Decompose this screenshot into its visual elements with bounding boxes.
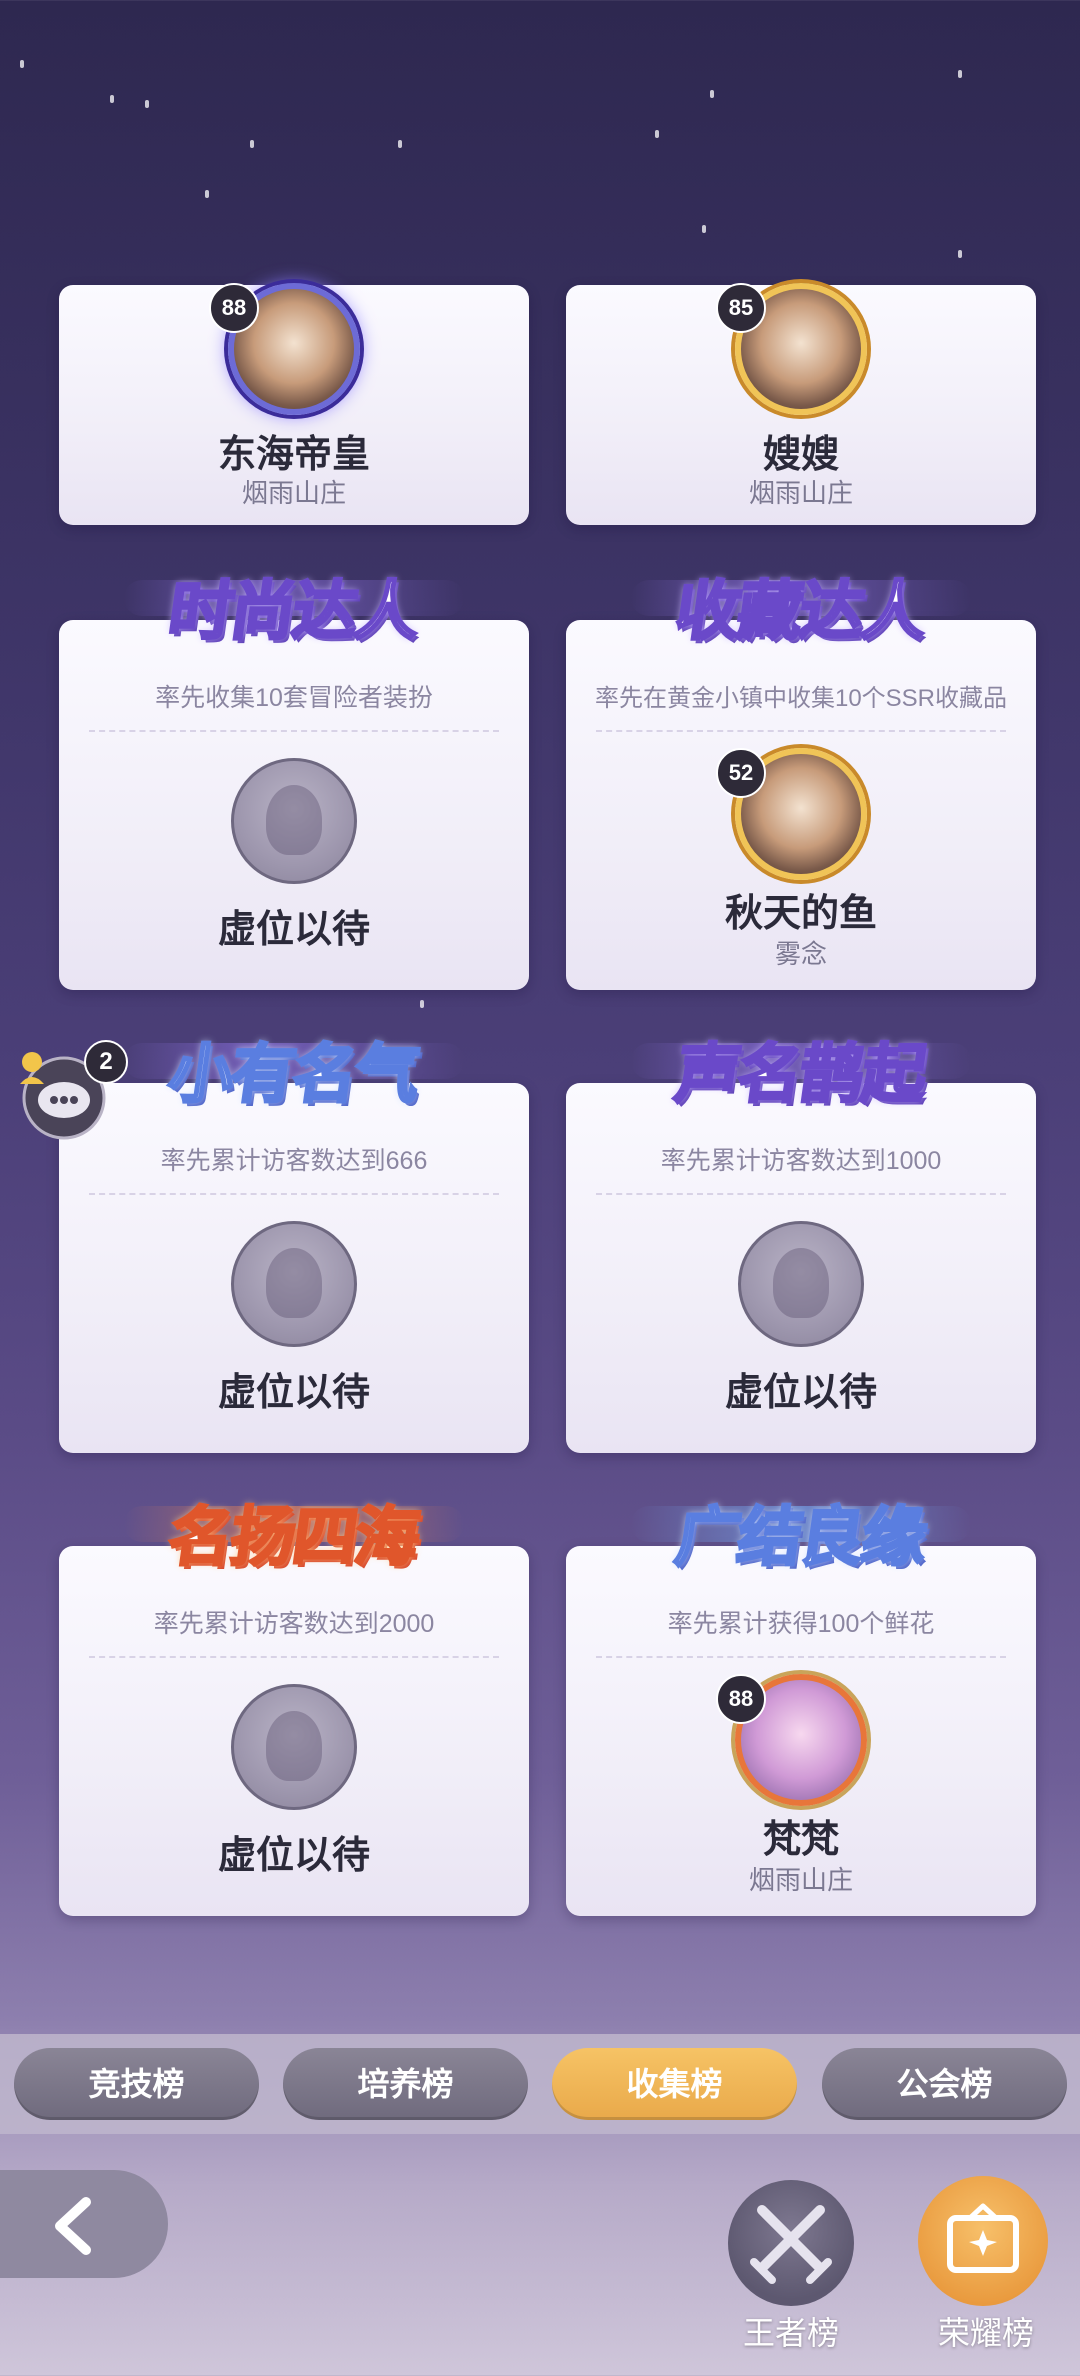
achievement-title: 小有名气 (162, 1037, 423, 1114)
rank-card-top-right[interactable]: 85 嫂嫂 烟雨山庄 (566, 283, 1036, 525)
divider (596, 1656, 1006, 1658)
achievement-desc: 率先收集10套冒险者装扮 (155, 684, 433, 712)
achievement-title: 声名鹊起 (669, 1037, 930, 1114)
guild-name: 雾念 (774, 939, 827, 969)
tab-arena[interactable]: 竞技榜 (14, 2048, 259, 2120)
player-name: 嫂嫂 (762, 434, 839, 476)
achievement-desc: 率先累计访客数达到2000 (153, 1610, 435, 1638)
vacant-label: 虚位以待 (217, 909, 370, 951)
tab-guild[interactable]: 公会榜 (822, 2048, 1067, 2120)
achievement-title: 收藏达人 (669, 574, 930, 651)
back-button[interactable] (0, 2170, 168, 2278)
achievement-card-flowers[interactable]: 广结良缘 率先累计获得100个鲜花 88 梵梵 烟雨山庄 (566, 1500, 1036, 1916)
king-leaderboard-label: 王者榜 (742, 2315, 839, 2351)
chat-count-badge: 2 (84, 1040, 128, 1084)
player-name: 秋天的鱼 (724, 893, 877, 935)
achievement-card-collector[interactable]: 收藏达人 率先在黄金小镇中收集10个SSR收藏品 52 秋天的鱼 雾念 (566, 574, 1036, 990)
divider (596, 730, 1006, 732)
achievement-title: 时尚达人 (162, 574, 423, 651)
tab-collection[interactable]: 收集榜 (552, 2048, 797, 2120)
level-badge: 88 (209, 283, 259, 333)
level-badge: 88 (716, 1674, 766, 1724)
placeholder-avatar (231, 758, 357, 884)
achievement-title: 广结良缘 (669, 1500, 930, 1577)
achievement-card-fame-666[interactable]: 小有名气 率先累计访客数达到666 虚位以待 (59, 1037, 529, 1453)
level-badge: 52 (716, 748, 766, 798)
player-name: 东海帝皇 (217, 434, 370, 476)
guild-name: 烟雨山庄 (748, 478, 853, 508)
achievement-desc: 率先累计访客数达到1000 (660, 1147, 942, 1175)
player-name: 梵梵 (762, 1819, 839, 1861)
divider (596, 1193, 1006, 1195)
glory-leaderboard-label: 荣耀榜 (937, 2315, 1034, 2351)
level-badge: 85 (716, 283, 766, 333)
placeholder-avatar (738, 1221, 864, 1347)
tab-cultivation[interactable]: 培养榜 (283, 2048, 528, 2120)
king-leaderboard-button[interactable] (728, 2180, 854, 2306)
crossed-swords-icon (750, 2205, 832, 2284)
leaderboard-tabbar: 竞技榜 培养榜 收集榜 公会榜 (0, 2034, 1080, 2134)
honor-card-icon (947, 2203, 1019, 2273)
achievement-desc: 率先累计访客数达到666 (160, 1147, 428, 1175)
achievement-card-fame-2000[interactable]: 名扬四海 率先累计访客数达到2000 虚位以待 (59, 1500, 529, 1916)
vacant-label: 虚位以待 (724, 1372, 877, 1414)
rank-card-top-left[interactable]: 88 东海帝皇 烟雨山庄 (59, 283, 529, 525)
chevron-left-icon (55, 2197, 91, 2255)
divider (89, 1656, 499, 1658)
vacant-label: 虚位以待 (217, 1372, 370, 1414)
placeholder-avatar (231, 1684, 357, 1810)
vacant-label: 虚位以待 (217, 1835, 370, 1877)
achievement-desc: 率先累计获得100个鲜花 (667, 1610, 935, 1638)
achievement-title: 名扬四海 (162, 1500, 423, 1577)
achievement-card-fame-1000[interactable]: 声名鹊起 率先累计访客数达到1000 虚位以待 (566, 1037, 1036, 1453)
divider (89, 730, 499, 732)
guild-name: 烟雨山庄 (748, 1865, 853, 1895)
glory-leaderboard-button[interactable] (918, 2176, 1048, 2306)
achievement-card-fashion[interactable]: 时尚达人 率先收集10套冒险者装扮 虚位以待 (59, 574, 529, 990)
divider (89, 1193, 499, 1195)
placeholder-avatar (231, 1221, 357, 1347)
guild-name: 烟雨山庄 (241, 478, 346, 508)
chat-button[interactable]: 2 (18, 1040, 128, 1140)
achievement-desc: 率先在黄金小镇中收集10个SSR收藏品 (594, 685, 1008, 712)
